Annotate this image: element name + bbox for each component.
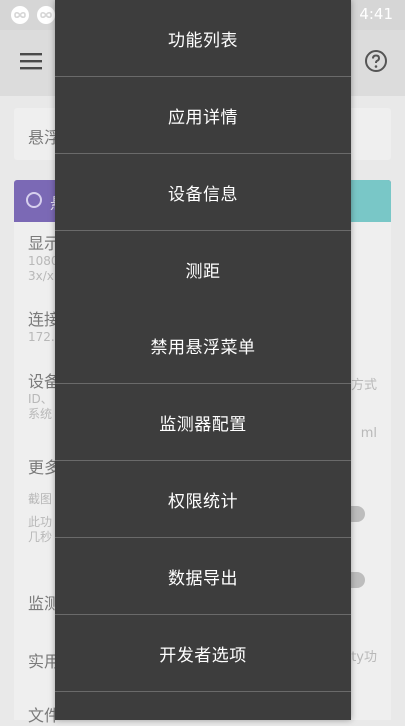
menu-item-device-info[interactable]: 设备信息 (55, 154, 351, 230)
infinity-icon (10, 6, 30, 24)
menu-item-measure-distance[interactable]: 测距 (55, 231, 351, 307)
hamburger-menu-icon[interactable] (20, 52, 42, 74)
row-right-text: 方式 (350, 378, 377, 393)
dropdown-menu: 功能列表 应用详情 设备信息 测距 禁用悬浮菜单 监测器配置 权限统计 数据导出… (55, 0, 351, 720)
menu-divider (55, 691, 351, 692)
row-right-text: ml (360, 426, 377, 441)
menu-item-app-details[interactable]: 应用详情 (55, 77, 351, 153)
status-time: 4:41 (359, 5, 393, 23)
menu-item-permission-stats[interactable]: 权限统计 (55, 461, 351, 537)
menu-item-monitor-config[interactable]: 监测器配置 (55, 384, 351, 460)
help-circle-icon[interactable] (364, 49, 388, 77)
menu-item-data-export[interactable]: 数据导出 (55, 538, 351, 614)
row-right-text: ity功 (347, 650, 377, 665)
menu-item-disable-floating-menu[interactable]: 禁用悬浮菜单 (55, 307, 351, 383)
banner-accent (350, 180, 391, 222)
menu-item-developer-options[interactable]: 开发者选项 (55, 615, 351, 691)
infinity-icon (36, 6, 56, 24)
badge-icon (26, 192, 42, 208)
menu-item-function-list[interactable]: 功能列表 (55, 0, 351, 76)
